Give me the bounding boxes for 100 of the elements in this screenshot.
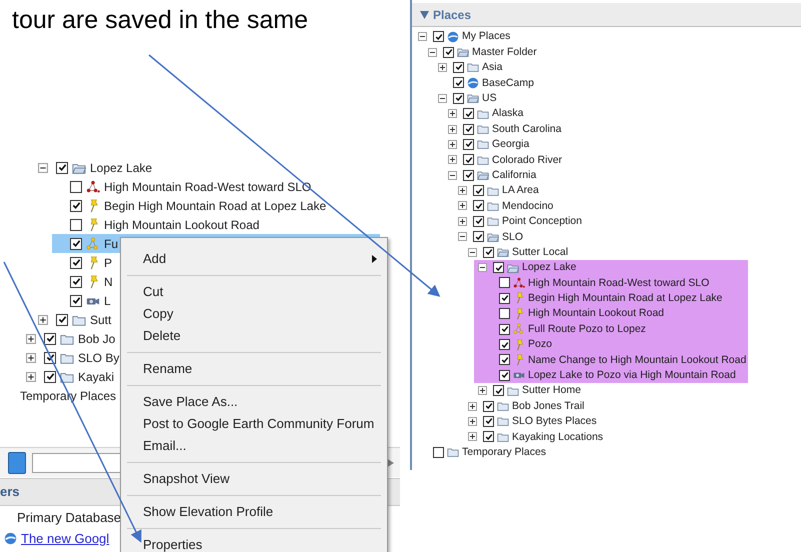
checkbox[interactable] xyxy=(453,77,464,88)
checkbox[interactable] xyxy=(463,124,474,135)
expand-icon[interactable] xyxy=(468,416,477,426)
expand-icon[interactable] xyxy=(26,352,36,362)
collapse-icon[interactable] xyxy=(468,248,477,257)
tree-item-label[interactable]: Point Conception xyxy=(502,216,582,227)
checkbox[interactable] xyxy=(44,332,56,344)
checkbox[interactable] xyxy=(463,138,474,150)
tree-item-label[interactable]: Asia xyxy=(482,62,502,73)
tree-item-label[interactable]: Kayaking Locations xyxy=(512,432,604,442)
tree-item-label[interactable]: P xyxy=(104,256,112,268)
collapse-triangle-icon[interactable] xyxy=(420,10,429,18)
tree-item-label[interactable]: High Mountain Road-West toward SLO xyxy=(528,278,710,288)
checkbox[interactable] xyxy=(70,218,82,230)
collapse-icon[interactable] xyxy=(418,32,427,42)
tree-row[interactable]: SLO By xyxy=(26,348,120,367)
expand-icon[interactable] xyxy=(458,201,467,210)
tree-row[interactable]: High Mountain Lookout Road xyxy=(52,215,260,234)
checkbox[interactable] xyxy=(473,216,484,227)
tree-item-label[interactable]: US xyxy=(482,93,497,104)
menu-item[interactable]: Copy xyxy=(121,303,387,325)
tree-item-label[interactable]: LA Area xyxy=(502,185,539,196)
expand-icon[interactable] xyxy=(478,386,487,396)
tree-item-label[interactable]: Colorado River xyxy=(492,154,562,166)
menu-item[interactable]: Rename xyxy=(121,358,387,380)
tree-row[interactable]: P xyxy=(52,253,112,272)
checkbox[interactable] xyxy=(473,200,484,212)
checkbox[interactable] xyxy=(499,308,510,320)
tree-item-label[interactable]: Full Route Pozo to Lopez xyxy=(528,324,646,334)
menu-item[interactable]: Add xyxy=(121,248,387,270)
tree-item-label[interactable]: My Places xyxy=(462,31,510,42)
collapse-icon[interactable] xyxy=(438,94,447,103)
checkbox[interactable] xyxy=(70,276,82,288)
checkbox[interactable] xyxy=(463,170,474,181)
tree-row[interactable]: Bob Jo xyxy=(26,329,116,348)
checkbox[interactable] xyxy=(56,162,68,174)
tree-item-label[interactable]: South Carolina xyxy=(492,124,562,134)
checkbox[interactable] xyxy=(433,31,444,42)
checkbox[interactable] xyxy=(473,185,484,196)
checkbox[interactable] xyxy=(493,385,504,396)
menu-item[interactable]: Properties xyxy=(121,534,387,552)
tree-item-label[interactable]: Mendocino xyxy=(502,200,554,212)
tree-item-label[interactable]: Begin High Mountain Road at Lopez Lake xyxy=(104,200,326,212)
tree-item-label[interactable]: High Mountain Lookout Road xyxy=(528,308,664,319)
tree-item-label[interactable]: Sutter Local xyxy=(512,246,568,258)
checkbox[interactable] xyxy=(443,46,454,58)
expand-icon[interactable] xyxy=(458,186,467,196)
expand-icon[interactable] xyxy=(448,155,457,164)
checkbox[interactable] xyxy=(473,231,484,242)
menu-item[interactable]: Cut xyxy=(121,281,387,303)
menu-item[interactable]: Delete xyxy=(121,325,387,347)
checkbox[interactable] xyxy=(499,324,510,335)
panel-header[interactable]: Places xyxy=(412,3,801,27)
checkbox[interactable] xyxy=(499,277,510,288)
checkbox[interactable] xyxy=(499,339,510,350)
checkbox[interactable] xyxy=(70,180,82,192)
expand-icon[interactable] xyxy=(448,140,457,149)
checkbox[interactable] xyxy=(493,262,504,274)
menu-item[interactable]: Show Elevation Profile xyxy=(121,501,387,523)
expand-icon[interactable] xyxy=(448,124,457,134)
tree-item-label[interactable]: SLO Bytes Places xyxy=(512,416,597,427)
checkbox[interactable] xyxy=(453,62,464,73)
tree-item-label[interactable]: Master Folder xyxy=(472,46,537,58)
tree-item-label[interactable]: Bob Jones Trail xyxy=(512,400,584,412)
tree-item-label[interactable]: Kayaki xyxy=(78,370,114,382)
collapse-icon[interactable] xyxy=(448,170,457,180)
tree-item-label[interactable]: Georgia xyxy=(492,139,530,150)
menu-item[interactable]: Save Place As... xyxy=(121,391,387,413)
checkbox[interactable] xyxy=(463,154,474,166)
tree-item-label[interactable]: Name Change to High Mountain Lookout Road xyxy=(528,354,746,366)
checkbox[interactable] xyxy=(433,446,444,458)
tree-item-label[interactable]: SLO xyxy=(502,232,524,242)
tree-row[interactable]: Kayaki xyxy=(26,367,114,386)
expand-icon[interactable] xyxy=(468,432,477,442)
checkbox[interactable] xyxy=(483,416,494,427)
expand-icon[interactable] xyxy=(438,62,447,72)
checkbox[interactable] xyxy=(453,92,464,104)
expand-icon[interactable] xyxy=(38,314,48,324)
checkbox[interactable] xyxy=(499,370,510,381)
tree-row[interactable]: Lopez Lake xyxy=(38,158,152,177)
checkbox[interactable] xyxy=(56,314,68,326)
tree-row[interactable]: Sutt xyxy=(38,310,112,329)
menu-item[interactable]: Post to Google Earth Community Forum xyxy=(121,413,387,435)
checkbox[interactable] xyxy=(499,354,510,366)
tree-item-label[interactable]: Bob Jo xyxy=(78,332,116,344)
checkbox[interactable] xyxy=(499,292,510,304)
tree-item-label[interactable]: Fu xyxy=(104,238,118,250)
checkbox[interactable] xyxy=(70,256,82,268)
expand-icon[interactable] xyxy=(458,216,467,226)
tree-item-label[interactable]: N xyxy=(104,276,113,288)
menu-item[interactable]: Snapshot View xyxy=(121,468,387,490)
tree-item-label[interactable]: Lopez Lake xyxy=(90,162,152,174)
tree-item-label[interactable]: High Mountain Lookout Road xyxy=(104,218,260,230)
collapse-icon[interactable] xyxy=(458,232,467,242)
tree-item-label[interactable]: SLO By xyxy=(78,352,120,364)
tree-item-label[interactable]: Sutter Home xyxy=(522,385,581,396)
expand-icon[interactable] xyxy=(26,334,36,344)
checkbox[interactable] xyxy=(70,238,82,250)
tree-item-label[interactable]: Lopez Lake to Pozo via High Mountain Road xyxy=(528,370,736,381)
tree-item-label[interactable]: Sutt xyxy=(90,314,112,326)
